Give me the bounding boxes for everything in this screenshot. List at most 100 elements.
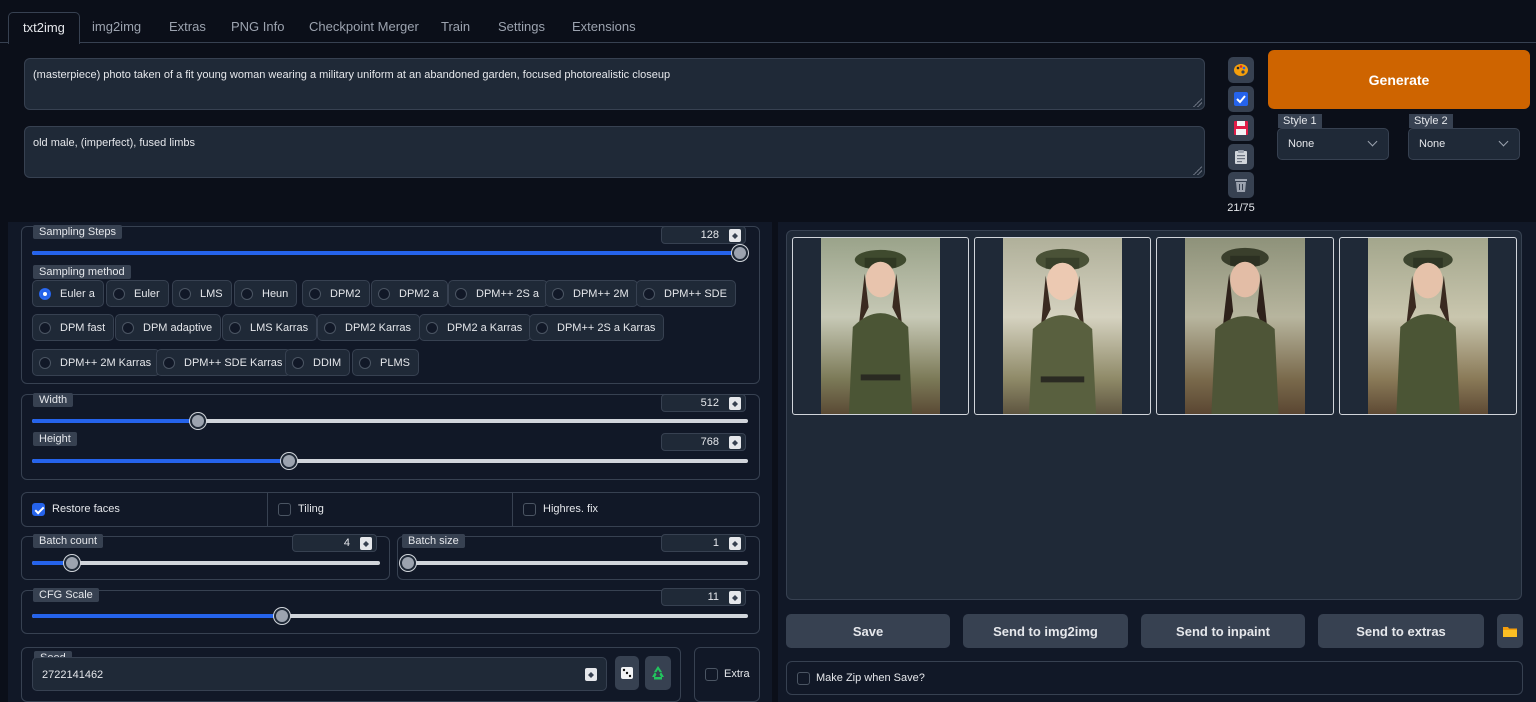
prompt-input[interactable]: (masterpiece) photo taken of a fit young… [24,58,1205,110]
radio-dpm2[interactable]: DPM2 [302,280,370,307]
checkbox-icon[interactable] [1228,86,1254,112]
radio-label: Euler [134,287,160,300]
highres-fix-checkbox[interactable] [523,503,536,516]
radio-dpmpp-2s-a-karras[interactable]: DPM++ 2S a Karras [529,314,665,341]
trash-icon[interactable] [1228,172,1254,198]
save-button[interactable]: Save [786,614,950,648]
height-slider[interactable] [32,453,748,469]
sampling-steps-input[interactable]: 128 [661,226,746,244]
slider-thumb[interactable] [64,555,80,571]
radio-dpm-fast[interactable]: DPM fast [32,314,115,341]
radio-euler[interactable]: Euler [106,280,169,307]
radio-lms[interactable]: LMS [172,280,232,307]
radio-dpmpp-2m-karras[interactable]: DPM++ 2M Karras [32,349,161,376]
cfg-panel [21,590,760,634]
radio-label: DPM adaptive [143,321,213,334]
radio-heun[interactable]: Heun [234,280,298,307]
recycle-icon[interactable] [645,656,671,690]
radio-plms[interactable]: PLMS [352,349,419,376]
radio-dot [39,356,51,369]
radio-label: PLMS [380,356,410,369]
batch-count-input[interactable]: 4 [292,534,377,552]
radio-dpmpp-2m[interactable]: DPM++ 2M [545,280,638,307]
spinner-icon[interactable] [729,537,741,550]
slider-thumb[interactable] [274,608,290,624]
tab-txt2img[interactable]: txt2img [8,12,80,44]
radio-dot [455,287,467,300]
dice-icon[interactable] [615,656,639,690]
radio-label: DDIM [313,356,342,369]
width-label: Width [33,393,74,407]
make-zip-checkbox[interactable] [797,672,810,685]
restore-faces-checkbox[interactable] [32,503,45,516]
width-slider[interactable] [32,413,748,429]
slider-fill [32,419,198,423]
resize-grip[interactable] [1192,165,1202,175]
radio-dpm-adaptive[interactable]: DPM adaptive [115,314,222,341]
batch-size-value: 1 [712,537,719,549]
spinner-icon[interactable] [729,229,741,242]
style-2-select[interactable]: None [1408,128,1520,160]
spinner-icon[interactable] [729,591,741,604]
negative-prompt-input[interactable]: old male, (imperfect), fused limbs [24,126,1205,178]
radio-dpm2-a[interactable]: DPM2 a [371,280,448,307]
gallery-image-1[interactable] [792,237,969,415]
send-to-img2img-button[interactable]: Send to img2img [963,614,1128,648]
cfg-scale-slider[interactable] [32,608,748,624]
slider-fill [32,614,282,618]
tab-extras[interactable]: Extras [155,12,220,43]
gallery-image-4[interactable] [1339,237,1517,415]
height-value: 768 [700,436,719,448]
radio-dpm2-a-karras[interactable]: DPM2 a Karras [419,314,532,341]
batch-size-input[interactable]: 1 [661,534,746,552]
radio-dpm2-karras[interactable]: DPM2 Karras [317,314,421,341]
slider-thumb[interactable] [732,245,748,261]
slider-thumb[interactable] [400,555,416,571]
tiling-checkbox[interactable] [278,503,291,516]
spinner-icon[interactable] [585,668,597,681]
batch-size-slider[interactable] [400,555,748,571]
palette-icon[interactable] [1228,57,1254,83]
slider-thumb[interactable] [190,413,206,429]
spinner-icon[interactable] [360,537,372,550]
send-to-extras-button[interactable]: Send to extras [1318,614,1484,648]
tab-settings[interactable]: Settings [484,12,559,43]
folder-icon[interactable] [1497,614,1523,648]
tab-img2img[interactable]: img2img [78,12,155,43]
resize-grip[interactable] [1192,97,1202,107]
cfg-scale-input[interactable]: 11 [661,588,746,606]
slider-thumb[interactable] [281,453,297,469]
seed-input[interactable]: 2722141462 [32,657,607,691]
sampling-steps-label: Sampling Steps [33,225,123,239]
save-icon[interactable] [1228,115,1254,141]
radio-ddim[interactable]: DDIM [285,349,351,376]
sampling-steps-slider[interactable] [32,245,748,261]
gallery-image-2[interactable] [974,237,1151,415]
send-to-inpaint-button[interactable]: Send to inpaint [1141,614,1305,648]
radio-euler-a[interactable]: Euler a [32,280,104,307]
batch-count-slider[interactable] [32,555,380,571]
height-input[interactable]: 768 [661,433,746,451]
generate-button[interactable]: Generate [1268,50,1530,109]
tab-extensions[interactable]: Extensions [558,12,650,43]
gallery-image-3[interactable] [1156,237,1334,415]
clipboard-icon[interactable] [1228,144,1254,170]
tab-train[interactable]: Train [427,12,484,43]
spinner-icon[interactable] [729,397,741,410]
width-input[interactable]: 512 [661,394,746,412]
tab-checkpoint-merger[interactable]: Checkpoint Merger [295,12,433,43]
spinner-icon[interactable] [729,436,741,449]
extra-checkbox[interactable] [705,668,718,681]
radio-dpmpp-sde[interactable]: DPM++ SDE [636,280,736,307]
divider [267,493,268,526]
radio-dpmpp-2s-a[interactable]: DPM++ 2S a [448,280,548,307]
batch-size-label: Batch size [402,534,465,548]
radio-label: DPM++ 2S a [476,287,539,300]
radio-dot [229,321,241,334]
radio-label: Heun [262,287,289,300]
tab-png-info[interactable]: PNG Info [217,12,298,43]
style-1-select[interactable]: None [1277,128,1389,160]
radio-dot [179,287,191,300]
radio-dpmpp-sde-karras[interactable]: DPM++ SDE Karras [156,349,292,376]
radio-lms-karras[interactable]: LMS Karras [222,314,318,341]
